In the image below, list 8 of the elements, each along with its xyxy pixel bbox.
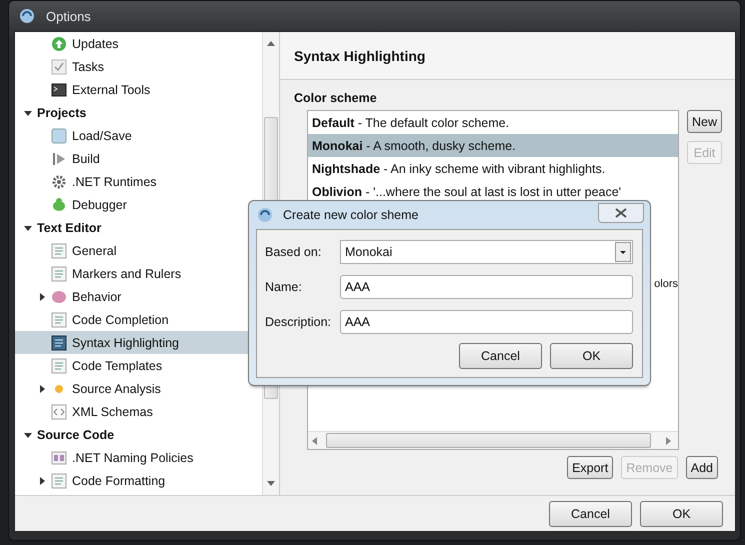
dialog-title: Create new color sheme <box>283 208 418 222</box>
field-label: Description: <box>265 315 332 329</box>
field-label: Name: <box>265 280 303 294</box>
section-label: Color scheme <box>294 91 378 105</box>
panel-title: Syntax Highlighting <box>280 32 735 80</box>
scheme-item-fragment: olors <box>654 278 678 290</box>
window-title: Options <box>46 8 91 24</box>
field-label: Based on: <box>265 245 322 259</box>
